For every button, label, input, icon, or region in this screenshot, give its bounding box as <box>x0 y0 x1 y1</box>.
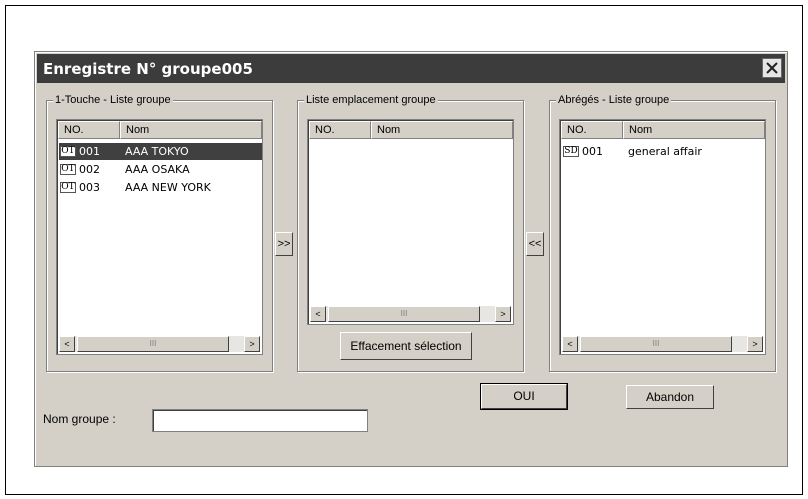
group-name-field[interactable] <box>152 409 368 432</box>
column-header-no[interactable]: NO. <box>58 121 120 139</box>
location-group: Liste emplacement groupe NO. Nom < III >… <box>297 93 524 372</box>
horizontal-scrollbar[interactable]: < III > <box>310 306 511 322</box>
scroll-thumb[interactable]: III <box>77 336 229 352</box>
scroll-left-icon[interactable]: < <box>59 336 75 352</box>
onetouch-badge-icon: OT <box>60 146 76 157</box>
row-name: AAA TOKYO <box>125 145 189 158</box>
register-group-dialog: Enregistre N° groupe005 1-Touche - Liste… <box>34 51 788 467</box>
title-bar[interactable]: Enregistre N° groupe005 <box>37 54 785 83</box>
scroll-left-icon[interactable]: < <box>562 336 578 352</box>
scroll-thumb[interactable]: III <box>328 306 480 322</box>
group-name-label: Nom groupe : <box>43 412 116 426</box>
row-name: AAA OSAKA <box>125 163 190 176</box>
close-button[interactable] <box>762 58 782 78</box>
onetouch-list-header: NO. Nom <box>58 121 262 139</box>
scroll-right-icon[interactable]: > <box>495 306 511 322</box>
list-item[interactable]: SD 001 general affair <box>562 143 765 160</box>
onetouch-group: 1-Touche - Liste groupe NO. Nom OT 001 A… <box>46 93 273 372</box>
close-icon <box>766 62 778 74</box>
cancel-button[interactable]: Abandon <box>626 385 714 409</box>
onetouch-list[interactable]: NO. Nom OT 001 AAA TOKYO OT 002 AAA OSAK… <box>56 119 263 355</box>
row-number: 003 <box>79 181 100 194</box>
abbrev-group-label: Abrégés - Liste groupe <box>556 93 672 107</box>
add-to-location-button[interactable]: >> <box>275 232 293 256</box>
location-group-label: Liste emplacement groupe <box>304 93 438 107</box>
column-header-no[interactable]: NO. <box>561 121 623 139</box>
clear-selection-button[interactable]: Effacement sélection <box>340 332 472 360</box>
abbrev-group: Abrégés - Liste groupe NO. Nom SD 001 ge… <box>549 93 776 372</box>
row-number: 002 <box>79 163 100 176</box>
row-name: general affair <box>628 145 702 158</box>
abbrev-badge-icon: SD <box>563 146 579 157</box>
dialog-title: Enregistre N° groupe005 <box>43 60 253 78</box>
list-item[interactable]: OT 001 AAA TOKYO <box>59 143 262 160</box>
column-header-no[interactable]: NO. <box>309 121 371 139</box>
onetouch-group-label: 1-Touche - Liste groupe <box>53 93 173 107</box>
location-list[interactable]: NO. Nom < III > <box>307 119 514 325</box>
column-header-nom[interactable]: Nom <box>623 121 765 139</box>
location-list-header: NO. Nom <box>309 121 513 139</box>
ok-button[interactable]: OUI <box>480 383 568 410</box>
scroll-right-icon[interactable]: > <box>244 336 260 352</box>
column-header-nom[interactable]: Nom <box>371 121 513 139</box>
row-number: 001 <box>582 145 603 158</box>
column-header-nom[interactable]: Nom <box>120 121 262 139</box>
abbrev-list[interactable]: NO. Nom SD 001 general affair < III > <box>559 119 766 355</box>
add-from-abbrev-button[interactable]: << <box>526 232 544 256</box>
row-number: 001 <box>79 145 100 158</box>
horizontal-scrollbar[interactable]: < III > <box>562 336 763 352</box>
scroll-thumb[interactable]: III <box>580 336 732 352</box>
scroll-left-icon[interactable]: < <box>310 306 326 322</box>
abbrev-list-header: NO. Nom <box>561 121 765 139</box>
list-item[interactable]: OT 002 AAA OSAKA <box>59 161 262 178</box>
list-item[interactable]: OT 003 AAA NEW YORK <box>59 179 262 196</box>
horizontal-scrollbar[interactable]: < III > <box>59 336 260 352</box>
onetouch-badge-icon: OT <box>60 164 76 175</box>
onetouch-badge-icon: OT <box>60 182 76 193</box>
row-name: AAA NEW YORK <box>125 181 211 194</box>
scroll-right-icon[interactable]: > <box>747 336 763 352</box>
